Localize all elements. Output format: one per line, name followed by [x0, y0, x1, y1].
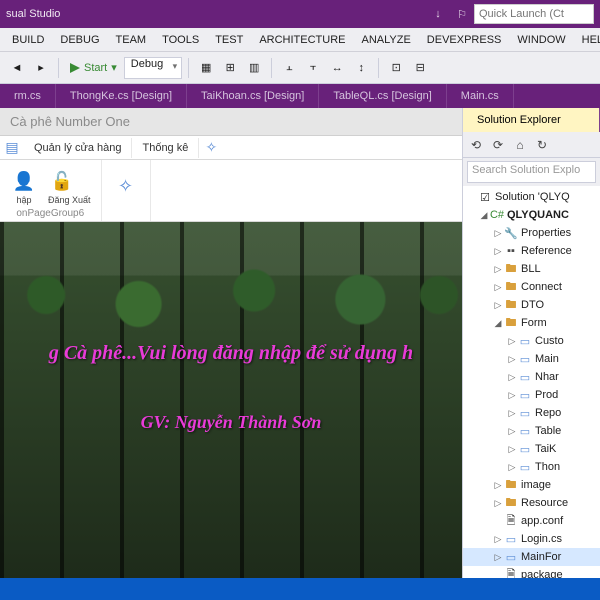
- form-file[interactable]: ▷▭Prod: [463, 386, 600, 404]
- folder-connect[interactable]: ▷🖿Connect: [463, 278, 600, 296]
- config-label: Debug: [131, 58, 163, 70]
- doc-tab[interactable]: ThongKe.cs [Design]: [56, 84, 187, 108]
- doc-tab[interactable]: Main.cs: [447, 84, 514, 108]
- menu-window[interactable]: WINDOW: [509, 30, 573, 50]
- login-icon[interactable]: 👤: [10, 167, 38, 195]
- plants-decor: [0, 250, 462, 340]
- menu-team[interactable]: TEAM: [108, 30, 155, 50]
- start-debug-button[interactable]: Start ▾: [65, 57, 122, 79]
- form-background-image: g Cà phê...Vui lòng đăng nhập để sử dụng…: [0, 222, 462, 578]
- ribbon-tab[interactable]: Thống kê: [132, 138, 199, 158]
- menu-help[interactable]: HELP: [574, 30, 600, 50]
- welcome-text: g Cà phê...Vui lòng đăng nhập để sử dụng…: [0, 342, 462, 365]
- form-file[interactable]: ▷▭Repo: [463, 404, 600, 422]
- se-home-icon[interactable]: ⌂: [511, 136, 529, 154]
- form-file[interactable]: ▷▭Main: [463, 350, 600, 368]
- logout-icon[interactable]: 🔓: [48, 167, 76, 195]
- logout-label: Đăng Xuất: [48, 195, 91, 205]
- solution-search-input[interactable]: Search Solution Explo: [467, 161, 596, 183]
- doc-tab[interactable]: TaiKhoan.cs [Design]: [187, 84, 319, 108]
- file-login[interactable]: ▷▭Login.cs: [463, 530, 600, 548]
- menu-architecture[interactable]: ARCHITECTURE: [251, 30, 353, 50]
- form-file[interactable]: ▷▭TaiK: [463, 440, 600, 458]
- menu-analyze[interactable]: ANALYZE: [353, 30, 418, 50]
- form-file[interactable]: ▷▭Custo: [463, 332, 600, 350]
- toolbar-btn-4[interactable]: ⫠: [278, 57, 300, 79]
- flag-icon[interactable]: ⚐: [454, 6, 470, 22]
- menu-bar: BUILD DEBUG TEAM TOOLS TEST ARCHITECTURE…: [0, 28, 600, 52]
- form-file[interactable]: ▷▭Nhar: [463, 368, 600, 386]
- ribbon-group-caption: onPageGroup6: [16, 208, 84, 219]
- doc-tab[interactable]: rm.cs: [0, 84, 56, 108]
- solution-explorer: Solution Explorer ⟲ ⟳ ⌂ ↻ Search Solutio…: [462, 108, 600, 600]
- project-node[interactable]: ◢C#QLYQUANC: [463, 206, 600, 224]
- form-title: Cà phê Number One: [10, 114, 130, 129]
- ribbon-group-login: 👤 hập 🔓 Đăng Xuất onPageGroup6: [0, 160, 102, 221]
- document-tabs: rm.cs ThongKe.cs [Design] TaiKhoan.cs [D…: [0, 84, 600, 108]
- separator: [188, 58, 189, 78]
- solution-explorer-toolbar: ⟲ ⟳ ⌂ ↻: [463, 132, 600, 158]
- folder-image[interactable]: ▷🖿image: [463, 476, 600, 494]
- ribbon-tabs: ▤ Quản lý cửa hàng Thống kê ✧: [0, 136, 462, 160]
- toolbar-btn-1[interactable]: ▦: [195, 57, 217, 79]
- ribbon-group-add: ✧: [102, 160, 151, 221]
- separator: [58, 58, 59, 78]
- app-title: sual Studio: [6, 8, 426, 20]
- toolbar-btn-5[interactable]: ⫟: [302, 57, 324, 79]
- nav-fwd-button[interactable]: ▸: [30, 57, 52, 79]
- folder-form[interactable]: ◢🖿Form: [463, 314, 600, 332]
- folder-dto[interactable]: ▷🖿DTO: [463, 296, 600, 314]
- arrow-down-icon[interactable]: ↓: [430, 6, 446, 22]
- toolbar-btn-6[interactable]: ↔: [326, 57, 348, 79]
- doc-tab[interactable]: TableQL.cs [Design]: [319, 84, 446, 108]
- ide-status-bar: [0, 578, 600, 600]
- se-back-icon[interactable]: ⟲: [467, 136, 485, 154]
- references-node[interactable]: ▷▪▪Reference: [463, 242, 600, 260]
- ribbon-app-icon[interactable]: ▤: [0, 139, 24, 156]
- toolbar-btn-9[interactable]: ⊟: [409, 57, 431, 79]
- menu-debug[interactable]: DEBUG: [52, 30, 107, 50]
- form-file[interactable]: ▷▭Table: [463, 422, 600, 440]
- login-label: hập: [10, 195, 38, 205]
- quick-launch-input[interactable]: [474, 4, 594, 24]
- form-designer: Cà phê Number One ▤ Quản lý cửa hàng Thố…: [0, 108, 462, 600]
- properties-node[interactable]: ▷🔧Properties: [463, 224, 600, 242]
- toolbar-btn-2[interactable]: ⊞: [219, 57, 241, 79]
- ribbon-body: 👤 hập 🔓 Đăng Xuất onPageGroup6 ✧: [0, 160, 462, 222]
- file-mainform[interactable]: ▷▭MainFor: [463, 548, 600, 566]
- form-file[interactable]: ▷▭Thon: [463, 458, 600, 476]
- menu-devexpress[interactable]: DEVEXPRESS: [419, 30, 510, 50]
- solution-tree: ☑Solution 'QLYQ ◢C#QLYQUANC ▷🔧Properties…: [463, 186, 600, 600]
- se-fwd-icon[interactable]: ⟳: [489, 136, 507, 154]
- title-bar: sual Studio ↓ ⚐: [0, 0, 600, 28]
- ribbon-tab[interactable]: Quản lý cửa hàng: [24, 138, 132, 158]
- menu-tools[interactable]: TOOLS: [154, 30, 207, 50]
- solution-explorer-tab[interactable]: Solution Explorer: [463, 108, 600, 132]
- folder-bll[interactable]: ▷🖿BLL: [463, 260, 600, 278]
- file-appconfig[interactable]: 🗎app.conf: [463, 512, 600, 530]
- se-sync-icon[interactable]: ↻: [533, 136, 551, 154]
- separator: [271, 58, 272, 78]
- form-title-bar: Cà phê Number One: [0, 108, 462, 136]
- solution-node[interactable]: ☑Solution 'QLYQ: [463, 188, 600, 206]
- separator: [378, 58, 379, 78]
- toolbar-btn-7[interactable]: ↕: [350, 57, 372, 79]
- menu-build[interactable]: BUILD: [4, 30, 52, 50]
- folder-resource[interactable]: ▷🖿Resource: [463, 494, 600, 512]
- menu-test[interactable]: TEST: [207, 30, 251, 50]
- play-icon: [70, 63, 80, 73]
- add-item-icon[interactable]: ✧: [112, 172, 140, 200]
- toolbar-btn-3[interactable]: ▥: [243, 57, 265, 79]
- nav-back-button[interactable]: ◄: [6, 57, 28, 79]
- add-tab-icon[interactable]: ✧: [199, 139, 223, 156]
- start-label: Start: [84, 62, 107, 74]
- config-dropdown[interactable]: Debug: [124, 57, 182, 79]
- main-toolbar: ◄ ▸ Start ▾ Debug ▦ ⊞ ▥ ⫠ ⫟ ↔ ↕ ⊡ ⊟: [0, 52, 600, 84]
- toolbar-btn-8[interactable]: ⊡: [385, 57, 407, 79]
- instructor-text: GV: Nguyễn Thành Sơn: [0, 412, 462, 433]
